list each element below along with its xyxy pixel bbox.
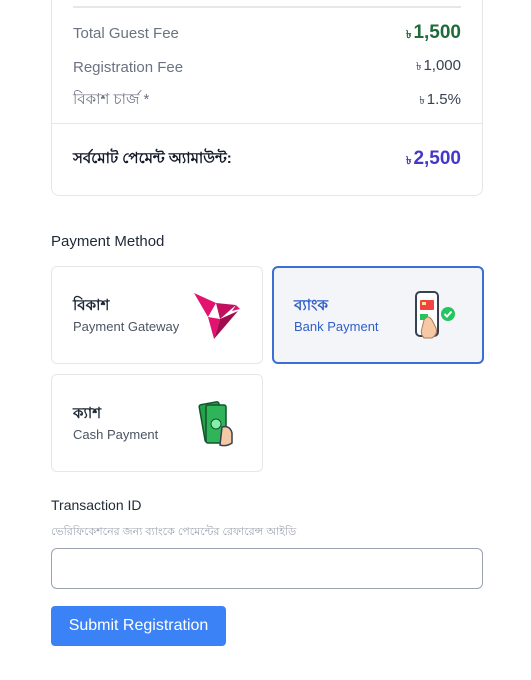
fee-value: ৳ 1,500 xyxy=(405,22,461,43)
fee-label: Registration Fee xyxy=(73,58,184,76)
fee-row-guest: Total Guest Fee ৳ 1,500 xyxy=(73,22,461,45)
taka-symbol: ৳ xyxy=(405,155,412,167)
bkash-bird-icon xyxy=(194,293,240,339)
fee-value: ৳ 1.5% xyxy=(419,90,461,108)
method-title: বিকাশ xyxy=(73,297,110,314)
payment-option-bkash[interactable]: বিকাশ Payment Gateway xyxy=(51,266,263,364)
method-subtitle: Bank Payment xyxy=(294,319,379,334)
taka-symbol: ৳ xyxy=(419,94,425,107)
cash-in-hand-icon xyxy=(198,401,233,447)
total-row: সর্বমোট পেমেন্ট অ্যামাউন্ট: ৳ 2,500 xyxy=(73,147,461,172)
mobile-banking-icon xyxy=(415,291,455,339)
divider xyxy=(52,123,482,124)
fee-summary-card: Total Guest Fee ৳ 1,500 Registration Fee … xyxy=(51,0,483,196)
fee-label: Total Guest Fee xyxy=(73,25,179,42)
fee-row-registration: Registration Fee ৳ 1,000 xyxy=(73,57,461,77)
fee-label: বিকাশ চার্জ * xyxy=(73,91,150,108)
fee-value: ৳ 1,000 xyxy=(415,57,461,74)
total-value: ৳ 2,500 xyxy=(405,148,461,169)
payment-option-bank[interactable]: ব্যাংক Bank Payment xyxy=(272,266,484,364)
payment-option-cash[interactable]: ক্যাশ Cash Payment xyxy=(51,374,263,472)
divider xyxy=(73,6,461,8)
taka-symbol: ৳ xyxy=(405,29,412,41)
method-title: ব্যাংক xyxy=(294,297,328,314)
fee-row-bkash-charge: বিকাশ চার্জ * ৳ 1.5% xyxy=(73,88,461,113)
submit-registration-button[interactable]: Submit Registration xyxy=(51,606,226,646)
transaction-id-label: Transaction ID xyxy=(51,497,142,513)
taka-symbol: ৳ xyxy=(415,61,422,73)
total-label: সর্বমোট পেমেন্ট অ্যামাউন্ট: xyxy=(73,150,232,167)
method-title: ক্যাশ xyxy=(73,405,102,422)
payment-method-heading: Payment Method xyxy=(51,233,165,250)
transaction-id-hint: ভেরিফিকেশনের জন্য ব্যাংকে পেমেন্টের রেফা… xyxy=(51,526,297,538)
transaction-id-input[interactable] xyxy=(51,548,483,589)
method-subtitle: Cash Payment xyxy=(73,427,159,442)
method-subtitle: Payment Gateway xyxy=(73,319,180,334)
